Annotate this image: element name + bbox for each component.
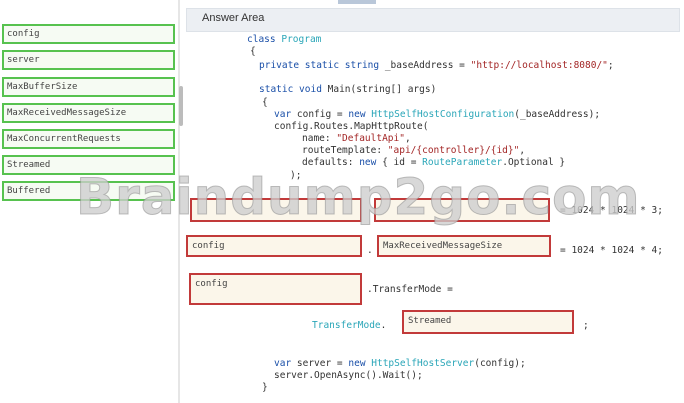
code-line-brace: { bbox=[262, 97, 268, 108]
code-line-close-brace: } bbox=[262, 382, 268, 393]
drag-handle[interactable] bbox=[338, 0, 376, 4]
drop-target-row2-property[interactable]: MaxReceivedMessageSize bbox=[377, 235, 551, 257]
drop-target-row2-object[interactable]: config bbox=[186, 235, 362, 257]
code-line-server: var server = new HttpSelfHostServer(conf… bbox=[274, 358, 526, 369]
code-line-baseaddress: private static string _baseAddress = "ht… bbox=[259, 60, 614, 71]
code-row4-end: ; bbox=[583, 320, 589, 331]
code-line-maproute: config.Routes.MapHttpRoute( bbox=[274, 121, 429, 132]
drop-target-row4-value[interactable]: Streamed bbox=[402, 310, 574, 334]
code-line-routetemplate: routeTemplate: "api/{controller}/{id}", bbox=[302, 145, 526, 156]
code-line-class: class Program bbox=[247, 34, 322, 45]
code-row4-type: TransferMode. bbox=[312, 320, 387, 331]
source-item-maxbuffersize[interactable]: MaxBufferSize bbox=[2, 77, 175, 97]
code-line-main: static void Main(string[] args) bbox=[259, 84, 437, 95]
code-row3-suffix: .TransferMode = bbox=[367, 284, 453, 295]
code-row2-suffix: = 1024 * 1024 * 4; bbox=[560, 245, 663, 256]
code-line-brace: { bbox=[250, 46, 256, 57]
watermark: Braindump2go.com bbox=[76, 168, 641, 227]
source-item-maxreceivedmessagesize[interactable]: MaxReceivedMessageSize bbox=[2, 103, 175, 123]
answer-area-title: Answer Area bbox=[202, 12, 265, 24]
code-line-name: name: "DefaultApi", bbox=[302, 133, 411, 144]
code-line-openasync: server.OpenAsync().Wait(); bbox=[274, 370, 423, 381]
drop-target-row3-object[interactable]: config bbox=[189, 273, 362, 305]
source-item-server[interactable]: server bbox=[2, 50, 175, 70]
code-row2-dot: . bbox=[367, 245, 373, 256]
code-line-config: var config = new HttpSelfHostConfigurati… bbox=[274, 109, 601, 120]
sidebar-scrollbar[interactable] bbox=[179, 86, 183, 126]
source-item-maxconcurrentrequests[interactable]: MaxConcurrentRequests bbox=[2, 129, 175, 149]
source-item-config[interactable]: config bbox=[2, 24, 175, 44]
